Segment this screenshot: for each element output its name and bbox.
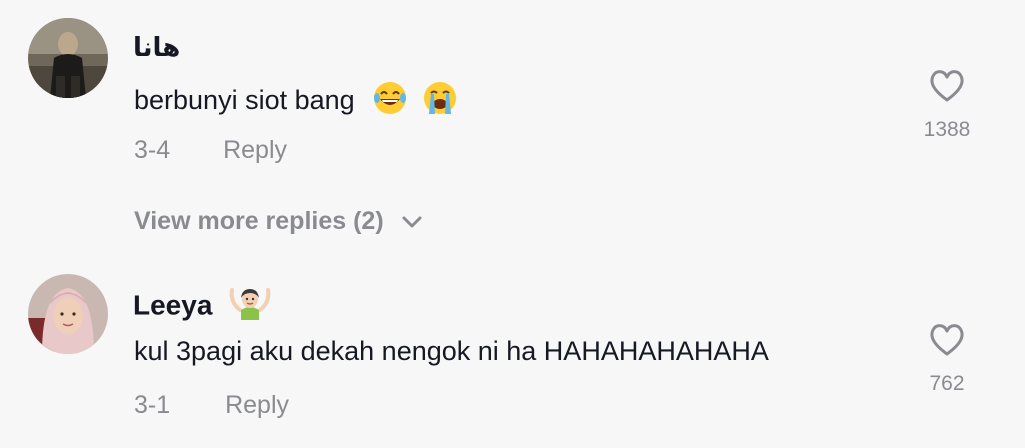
like-control: 1388 <box>907 68 987 142</box>
like-control: 762 <box>907 322 987 396</box>
heart-icon[interactable] <box>928 68 966 104</box>
comment-text: berbunyi siot bang <box>134 80 458 124</box>
person-gesturing-ok-icon <box>228 286 272 328</box>
view-more-replies-label: View more replies (2) <box>134 207 384 235</box>
view-more-replies-button[interactable]: View more replies (2) <box>134 205 423 237</box>
avatar-photo <box>28 274 108 354</box>
comments-list: هانا berbunyi siot bang 3-4 Reply 1388 V… <box>0 0 1025 448</box>
comment-username-text[interactable]: Leeya <box>133 289 212 320</box>
reply-button[interactable]: Reply <box>225 390 289 420</box>
avatar[interactable] <box>28 274 108 354</box>
chevron-down-icon <box>402 216 422 228</box>
comment-meta: 3-4 Reply <box>134 135 287 165</box>
comment-meta: 3-1 Reply <box>134 390 289 420</box>
comment-username[interactable]: هانا <box>133 30 180 64</box>
like-count: 1388 <box>923 118 971 141</box>
heart-icon[interactable] <box>928 322 966 358</box>
comment-item: Leeya kul 3pagi aku dekah nengok ni ha H… <box>0 262 1025 448</box>
like-count: 762 <box>929 372 965 395</box>
loudly-crying-face-icon <box>422 80 458 124</box>
comment-text: kul 3pagi aku dekah nengok ni ha HAHAHAH… <box>134 336 769 366</box>
avatar[interactable] <box>28 18 108 98</box>
comment-date: 3-4 <box>134 136 171 164</box>
avatar-photo <box>28 18 108 98</box>
reply-button[interactable]: Reply <box>223 135 287 165</box>
comment-username: Leeya <box>133 286 272 328</box>
comment-item: هانا berbunyi siot bang 3-4 Reply 1388 <box>0 0 1025 190</box>
comment-date: 3-1 <box>134 391 171 419</box>
face-with-tears-of-joy-icon <box>372 80 408 124</box>
comment-text-content: berbunyi siot bang <box>134 85 355 116</box>
